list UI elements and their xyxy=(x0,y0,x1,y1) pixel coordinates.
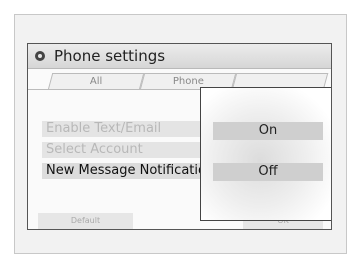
option-on-label: On xyxy=(258,123,278,138)
new-message-notification-label: New Message Notification xyxy=(46,163,215,178)
tab-phone-label: Phone xyxy=(172,76,204,87)
select-account-item[interactable]: Select Account xyxy=(42,142,217,158)
new-message-notification-item[interactable]: New Message Notification xyxy=(42,163,217,179)
gear-icon xyxy=(35,51,45,61)
select-account-label: Select Account xyxy=(46,142,143,157)
tab-all-label: All xyxy=(89,76,103,87)
enable-text-email-item[interactable]: Enable Text/Email xyxy=(42,121,217,137)
enable-text-email-label: Enable Text/Email xyxy=(46,121,162,136)
title-bar: Phone settings xyxy=(28,44,331,69)
default-button[interactable]: Default xyxy=(38,213,133,229)
default-button-label: Default xyxy=(70,216,101,225)
phone-settings-screen: Phone settings All Phone Enable Text/Ema… xyxy=(27,43,332,230)
tab-all[interactable]: All xyxy=(47,73,145,90)
option-on[interactable]: On xyxy=(213,122,323,140)
option-off-label: Off xyxy=(258,164,278,179)
page-title: Phone settings xyxy=(54,47,166,65)
option-off[interactable]: Off xyxy=(213,163,323,181)
on-off-popup: On Off xyxy=(200,87,331,221)
